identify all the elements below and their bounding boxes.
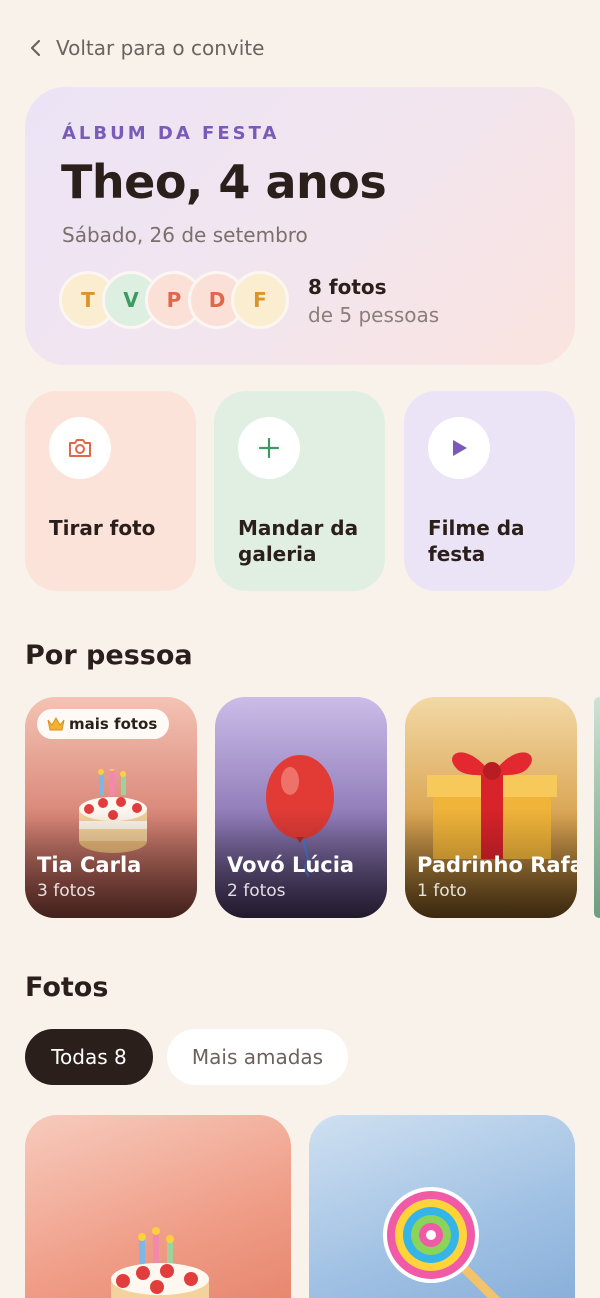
- person-card-tia-carla[interactable]: mais fotos Tia Carla 3 fotos: [25, 697, 197, 918]
- take-photo-button[interactable]: Tirar foto: [25, 391, 196, 591]
- take-photo-label: Tirar foto: [49, 516, 156, 540]
- person-name: Vovó Lúcia: [227, 853, 355, 877]
- person-card-padrinho-rafa[interactable]: Padrinho Rafa 1 foto: [405, 697, 577, 918]
- photo-thumbnail[interactable]: [309, 1115, 575, 1298]
- contributor-avatars[interactable]: T V P D F: [59, 271, 299, 331]
- person-name: Tia Carla: [37, 853, 142, 877]
- back-to-invite-link[interactable]: Voltar para o convite: [28, 30, 264, 66]
- person-card-peek[interactable]: [594, 697, 600, 918]
- crown-icon: [47, 716, 65, 731]
- filter-all-chip[interactable]: Todas 8: [25, 1029, 153, 1085]
- send-from-gallery-label: Mandar da galeria: [238, 516, 359, 566]
- send-from-gallery-button[interactable]: Mandar da galeria: [214, 391, 385, 591]
- album-eyebrow: ÁLBUM DA FESTA: [62, 123, 280, 144]
- back-label: Voltar para o convite: [56, 36, 265, 60]
- photos-section-title: Fotos: [25, 972, 109, 1003]
- page-title: Theo, 4 anos: [61, 155, 387, 209]
- person-name: Padrinho Rafa: [417, 853, 577, 877]
- photo-count: 8 fotos: [308, 275, 387, 299]
- photo-thumbnail[interactable]: [25, 1115, 291, 1298]
- person-photo-count: 3 fotos: [37, 881, 96, 901]
- play-icon: [428, 417, 490, 479]
- camera-icon: [49, 417, 111, 479]
- people-section-title: Por pessoa: [25, 640, 193, 671]
- cake-image: [111, 1227, 209, 1298]
- person-photo-count: 2 fotos: [227, 881, 286, 901]
- people-count: de 5 pessoas: [308, 303, 440, 327]
- party-date: Sábado, 26 de setembro: [62, 223, 308, 247]
- album-header-card: ÁLBUM DA FESTA Theo, 4 anos Sábado, 26 d…: [25, 87, 575, 365]
- avatar: F: [231, 271, 289, 329]
- lollipop-image: [383, 1187, 501, 1298]
- plus-icon: [238, 417, 300, 479]
- filter-most-loved-chip[interactable]: Mais amadas: [167, 1029, 348, 1085]
- top-contributor-badge: mais fotos: [37, 709, 170, 739]
- person-card-vovo-lucia[interactable]: Vovó Lúcia 2 fotos: [215, 697, 387, 918]
- chevron-left-icon: [30, 39, 41, 57]
- party-movie-label: Filme da festa: [428, 516, 525, 566]
- person-photo-count: 1 foto: [417, 881, 467, 901]
- party-movie-button[interactable]: Filme da festa: [404, 391, 575, 591]
